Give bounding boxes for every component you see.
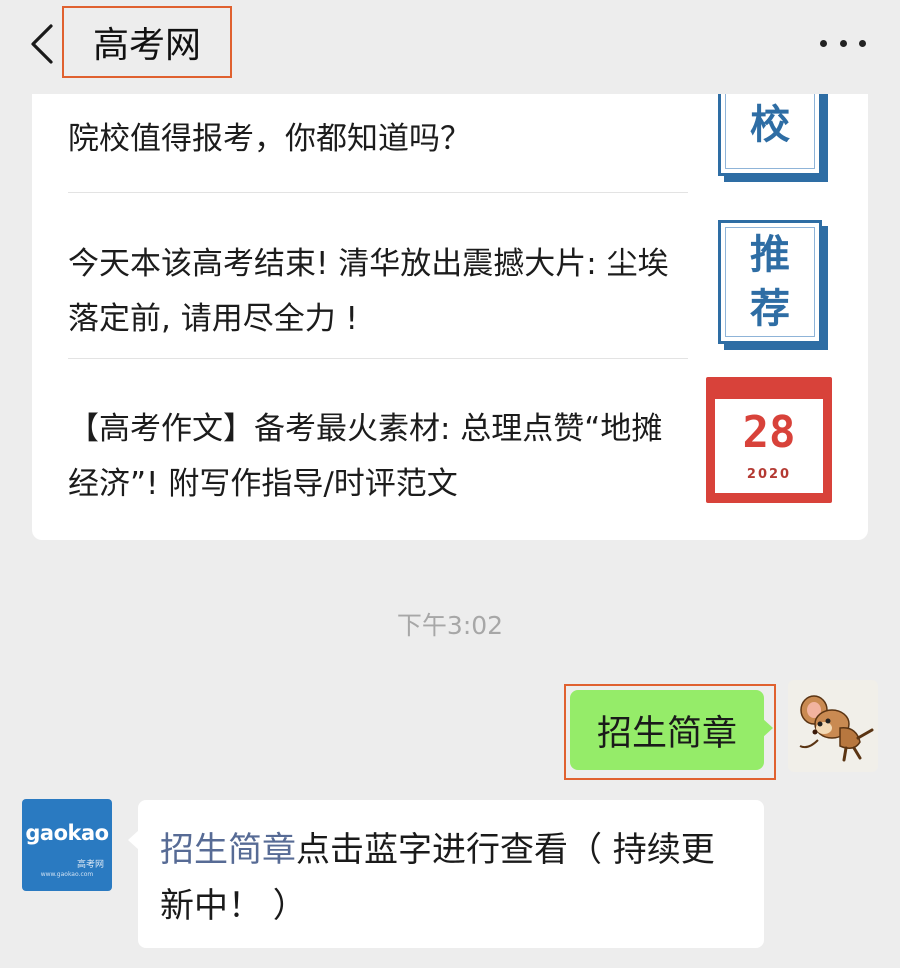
- article-title: 今天本该高考结束! 清华放出震撼大片: 尘埃落定前, 请用尽全力 !: [68, 246, 669, 337]
- more-dot-icon: [839, 39, 847, 47]
- avatar-brand-url: www.gaokao.com: [40, 871, 94, 878]
- message-timestamp: 下午3:02: [396, 611, 504, 640]
- divider: [68, 192, 688, 193]
- article-item[interactable]: 【高考作文】备考最火素材: 总理点赞“地摊经济”! 附写作指导/时评范文: [68, 402, 688, 512]
- more-dot-icon: [859, 39, 866, 47]
- divider: [68, 358, 688, 359]
- article-item[interactable]: 今天本该高考结束! 清华放出震撼大片: 尘埃落定前, 请用尽全力 !: [68, 237, 688, 347]
- calendar-thumbnail[interactable]: 28 2020: [706, 377, 832, 503]
- chevron-left-icon: [31, 24, 53, 64]
- thumbnail-glyph: 推: [750, 232, 790, 278]
- incoming-message-bubble: 招生简章点击蓝字进行查看（ 持续更新中！ ）: [138, 800, 764, 948]
- article-card: 院校值得报考，你都知道吗？ 院 校 今天本该高考结束! 清华放出震撼大片: 尘埃…: [32, 40, 868, 540]
- calendar-year: 2020: [746, 467, 792, 482]
- message-link[interactable]: 招生简章: [160, 830, 296, 870]
- chat-header: 高考网: [0, 0, 900, 94]
- mouse-cartoon-icon: [799, 695, 874, 762]
- calendar-page: 28 2020: [715, 399, 823, 493]
- chat-title: 高考网: [62, 6, 232, 78]
- contact-avatar[interactable]: gaokao 高考网 www.gaokao.com: [22, 799, 112, 891]
- avatar-brand-sub: 高考网: [76, 860, 104, 870]
- article-item[interactable]: 院校值得报考，你都知道吗？: [68, 112, 688, 167]
- outgoing-message-bubble[interactable]: 招生简章: [570, 690, 764, 770]
- back-button[interactable]: [22, 22, 62, 66]
- user-avatar[interactable]: [788, 680, 878, 772]
- calendar-day: 28: [742, 407, 796, 458]
- more-dot-icon: [820, 39, 827, 47]
- more-options-button[interactable]: [820, 30, 866, 56]
- outgoing-message-text: 招生简章: [596, 713, 737, 754]
- thumbnail-glyph: 校: [750, 102, 790, 148]
- bubble-tail: [762, 718, 773, 738]
- avatar-brand: gaokao: [25, 821, 109, 845]
- thumbnail-glyph: 荐: [750, 286, 790, 332]
- article-thumbnail[interactable]: 推 荐: [718, 220, 822, 344]
- article-title: 【高考作文】备考最火素材: 总理点赞“地摊经济”! 附写作指导/时评范文: [68, 411, 663, 502]
- article-title: 院校值得报考，你都知道吗？: [68, 121, 471, 157]
